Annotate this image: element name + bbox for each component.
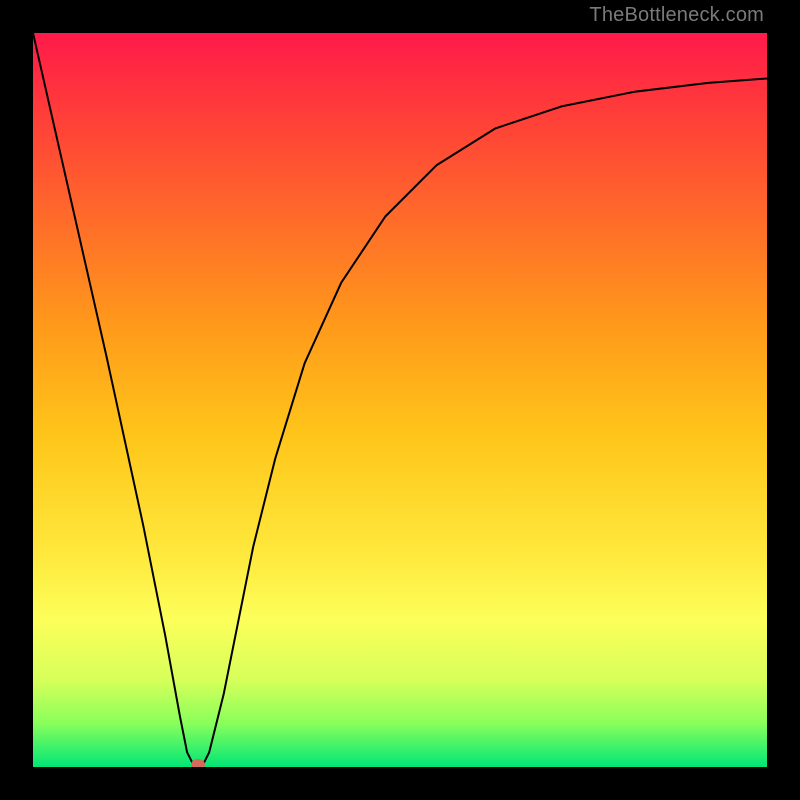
- optimum-marker: [191, 759, 205, 767]
- bottleneck-curve: [33, 33, 767, 767]
- watermark-text: TheBottleneck.com: [589, 4, 764, 27]
- plot-area: [33, 33, 767, 767]
- chart-frame: TheBottleneck.com: [0, 0, 800, 800]
